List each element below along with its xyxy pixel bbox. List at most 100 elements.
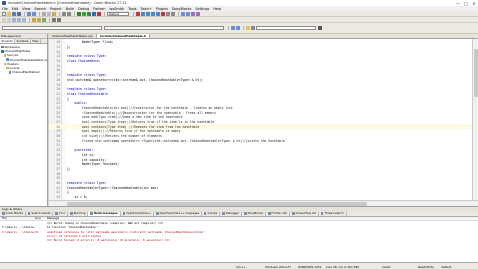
code-line[interactable]: 10 Node<Type> *link; [49, 40, 472, 45]
menu-plugins[interactable]: Plugins [156, 7, 168, 11]
code-line[interactable]: 24 ChainedHashtable(int max);//Construct… [49, 106, 472, 111]
column-line[interactable]: Line [35, 216, 47, 220]
editor-tab-chainedhashtable-h[interactable]: include\ChainedHashtable.h [97, 34, 150, 38]
log-tab-fortran-info[interactable]: Fortran info [266, 211, 291, 216]
save-all-icon[interactable] [17, 11, 21, 16]
code-line[interactable]: 27 bool contains(Type item);//Returns tr… [49, 120, 472, 125]
replace-icon[interactable] [67, 11, 71, 16]
highlight-icon[interactable] [37, 17, 41, 22]
debug-info-icon[interactable] [171, 11, 175, 16]
code-line[interactable]: 37}; [49, 167, 472, 172]
goto-next-function-icon[interactable] [236, 26, 240, 30]
log-tab-thread-search[interactable]: Thread search [319, 211, 347, 216]
menu-settings[interactable]: Settings [195, 7, 209, 11]
code-line[interactable]: 28 bool contains(Type item) ;//Removes t… [49, 124, 472, 130]
comment-block-icon[interactable] [191, 11, 195, 16]
log-tab-doxyblocks[interactable]: DoxyBlocks [242, 211, 267, 216]
menu-help[interactable]: Help [213, 7, 221, 11]
code-line[interactable]: 13 template <class Type> [49, 54, 472, 59]
log-tab-search-results[interactable]: Search results [26, 211, 54, 216]
log-tab-debugger[interactable]: Debugger [220, 211, 243, 216]
menu-fortran[interactable]: Fortran [93, 7, 105, 11]
zoom-icon[interactable] [52, 17, 56, 22]
code-line[interactable]: 29 bool empty();//Returns true if the ha… [49, 129, 472, 134]
debug-start-icon[interactable] [136, 11, 140, 16]
menu-build[interactable]: Build [66, 7, 75, 11]
log-tab-code-blocks[interactable]: Code::Blocks [0, 211, 26, 216]
find-icon[interactable] [62, 11, 66, 16]
menu-doxyblocks[interactable]: DoxyBlocks [172, 7, 192, 11]
thread-search-go-icon[interactable] [318, 26, 322, 30]
thread-search-input[interactable] [256, 25, 316, 31]
column-file[interactable]: File [0, 216, 35, 220]
code-line[interactable]: 20 template <class Type> [49, 87, 472, 92]
debug-windows-icon[interactable] [166, 11, 170, 16]
code-line[interactable]: 40 template <class Type> [49, 181, 472, 186]
editor-vertical-scrollbar[interactable] [472, 39, 478, 200]
tree-item[interactable]: ChainedHashtable.h [1, 70, 47, 74]
tab-projects[interactable]: Projects [0, 39, 16, 43]
code-line[interactable]: 30 int size();//Returns the number of el… [49, 134, 472, 139]
stop-debugger-icon[interactable] [161, 11, 165, 16]
code-line[interactable]: 11}; [49, 45, 472, 50]
code-line[interactable]: 34 int sz; [49, 153, 472, 158]
build-target-select[interactable]: Debug [107, 11, 129, 16]
prev-bookmark-icon[interactable] [17, 17, 21, 22]
code-line[interactable]: 43 sz = 0; [49, 195, 472, 200]
next-bookmark-icon[interactable] [22, 17, 26, 22]
search-toolbar-icon[interactable] [251, 26, 255, 30]
menu-project[interactable]: Project [50, 7, 62, 11]
code-line[interactable]: 14 class ChainedHash; [49, 59, 472, 64]
log-tab-cccc[interactable]: Cccc [53, 211, 69, 216]
paste-icon[interactable] [52, 11, 56, 16]
code-line[interactable]: 36 Node<Type> *buckets; [49, 162, 472, 167]
menu-edit[interactable]: Edit [12, 7, 19, 11]
code-line[interactable]: 22 { [49, 96, 472, 101]
menu-tools[interactable]: Tools [128, 7, 136, 11]
rebuild-icon[interactable] [92, 11, 96, 16]
log-tab-cppcheck-vera-messages[interactable]: CppCheck/Vera++ messages [154, 211, 202, 216]
open-file-icon[interactable] [7, 11, 11, 16]
build-and-run-icon[interactable] [87, 11, 91, 16]
jump-forward-icon[interactable] [7, 17, 11, 22]
abort-icon[interactable] [97, 11, 101, 16]
log-tab-build-log[interactable]: Build log [68, 211, 89, 216]
code-line[interactable]: 33 protected: [49, 148, 472, 153]
menu-tools-[interactable]: Tools+ [141, 7, 152, 11]
copy-icon[interactable] [47, 11, 51, 16]
column-message[interactable]: Message [47, 216, 478, 220]
code-line[interactable]: 41 ChainedHashtable<Type>::ChainedHashtab… [49, 185, 472, 190]
jump-back-icon[interactable] [2, 17, 6, 22]
build-message-row[interactable]: === Build failed: 2 error(s), 0 warning(… [0, 238, 478, 242]
code-line[interactable]: 23 public: [49, 101, 472, 106]
save-icon[interactable] [12, 11, 16, 16]
comment-line-icon[interactable] [196, 11, 200, 16]
menu-search[interactable]: Search [34, 7, 46, 11]
code-line[interactable]: 17 template <class Type> [49, 73, 472, 78]
doxyblocks-icon[interactable] [181, 11, 185, 16]
undo-icon[interactable] [27, 11, 31, 16]
code-line[interactable]: 35 int capacity; [49, 157, 472, 162]
tab-symbols[interactable]: Symbols [15, 39, 31, 43]
log-tab-build-messages[interactable]: Build messages [88, 211, 121, 216]
run-to-cursor-icon[interactable] [141, 11, 145, 16]
doxyblocks-run-icon[interactable] [186, 11, 190, 16]
toggle-bookmark-icon[interactable] [12, 17, 16, 22]
new-file-icon[interactable] [2, 11, 6, 16]
cut-icon[interactable] [42, 11, 46, 16]
menu-file[interactable]: File [2, 7, 8, 11]
code-line[interactable]: 21 class ChainedHashtable [49, 92, 472, 97]
build-icon[interactable] [77, 11, 81, 16]
code-line[interactable]: 25 ~ChainedHashtable();//Deconstructor f… [49, 110, 472, 115]
log-tab-closed-files-list[interactable]: Closed files list [290, 211, 319, 216]
menu-view[interactable]: View [22, 7, 30, 11]
fullscreen-icon[interactable] [57, 17, 61, 22]
code-area[interactable]: 10 Node<Type> *link; 11}; 12 13 template <cl… [49, 39, 472, 200]
open-include-icon[interactable] [246, 26, 250, 30]
editor-tab-tester-cpp[interactable]: ChainedHashtableTester.cpp [49, 34, 98, 38]
scope-select[interactable] [2, 25, 102, 31]
tab-files[interactable]: Files [31, 39, 42, 43]
code-line[interactable]: 31 friend std::ostream& operator<< <Type… [49, 138, 472, 143]
match-brace-icon[interactable] [32, 17, 36, 22]
menu-debug[interactable]: Debug [78, 7, 89, 11]
